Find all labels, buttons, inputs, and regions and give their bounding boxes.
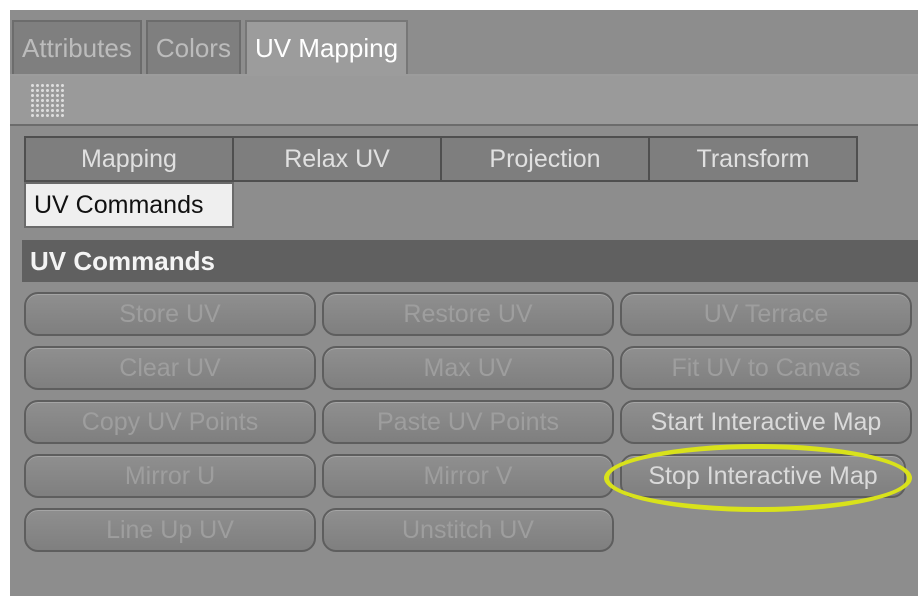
- clear-uv-button[interactable]: Clear UV: [24, 346, 316, 390]
- subtab-projection[interactable]: Projection: [440, 136, 650, 182]
- unstitch-uv-button[interactable]: Unstitch UV: [322, 508, 614, 552]
- start-interactive-map-button[interactable]: Start Interactive Map: [620, 400, 912, 444]
- mirror-u-button[interactable]: Mirror U: [24, 454, 316, 498]
- tab-attributes[interactable]: Attributes: [12, 20, 142, 74]
- toolbar: [10, 76, 918, 126]
- grip-icon[interactable]: [30, 83, 64, 117]
- max-uv-button[interactable]: Max UV: [322, 346, 614, 390]
- subtab-transform[interactable]: Transform: [648, 136, 858, 182]
- mirror-v-button[interactable]: Mirror V: [322, 454, 614, 498]
- subtab-uv-commands[interactable]: UV Commands: [24, 182, 234, 228]
- restore-uv-button[interactable]: Restore UV: [322, 292, 614, 336]
- tab-colors[interactable]: Colors: [145, 20, 241, 74]
- store-uv-button[interactable]: Store UV: [24, 292, 316, 336]
- stop-interactive-map-button[interactable]: Stop Interactive Map: [620, 454, 906, 498]
- uv-terrace-button[interactable]: UV Terrace: [620, 292, 912, 336]
- fit-uv-to-canvas-button[interactable]: Fit UV to Canvas: [620, 346, 912, 390]
- copy-uv-points-button[interactable]: Copy UV Points: [24, 400, 316, 444]
- top-tab-strip: Attributes Colors UV Mapping: [12, 20, 412, 74]
- tab-uv-mapping[interactable]: UV Mapping: [244, 20, 409, 74]
- section-header-uv-commands: UV Commands: [22, 240, 918, 282]
- subtab-mapping[interactable]: Mapping: [24, 136, 234, 182]
- paste-uv-points-button[interactable]: Paste UV Points: [322, 400, 614, 444]
- subtab-relax-uv[interactable]: Relax UV: [232, 136, 442, 182]
- line-up-uv-button[interactable]: Line Up UV: [24, 508, 316, 552]
